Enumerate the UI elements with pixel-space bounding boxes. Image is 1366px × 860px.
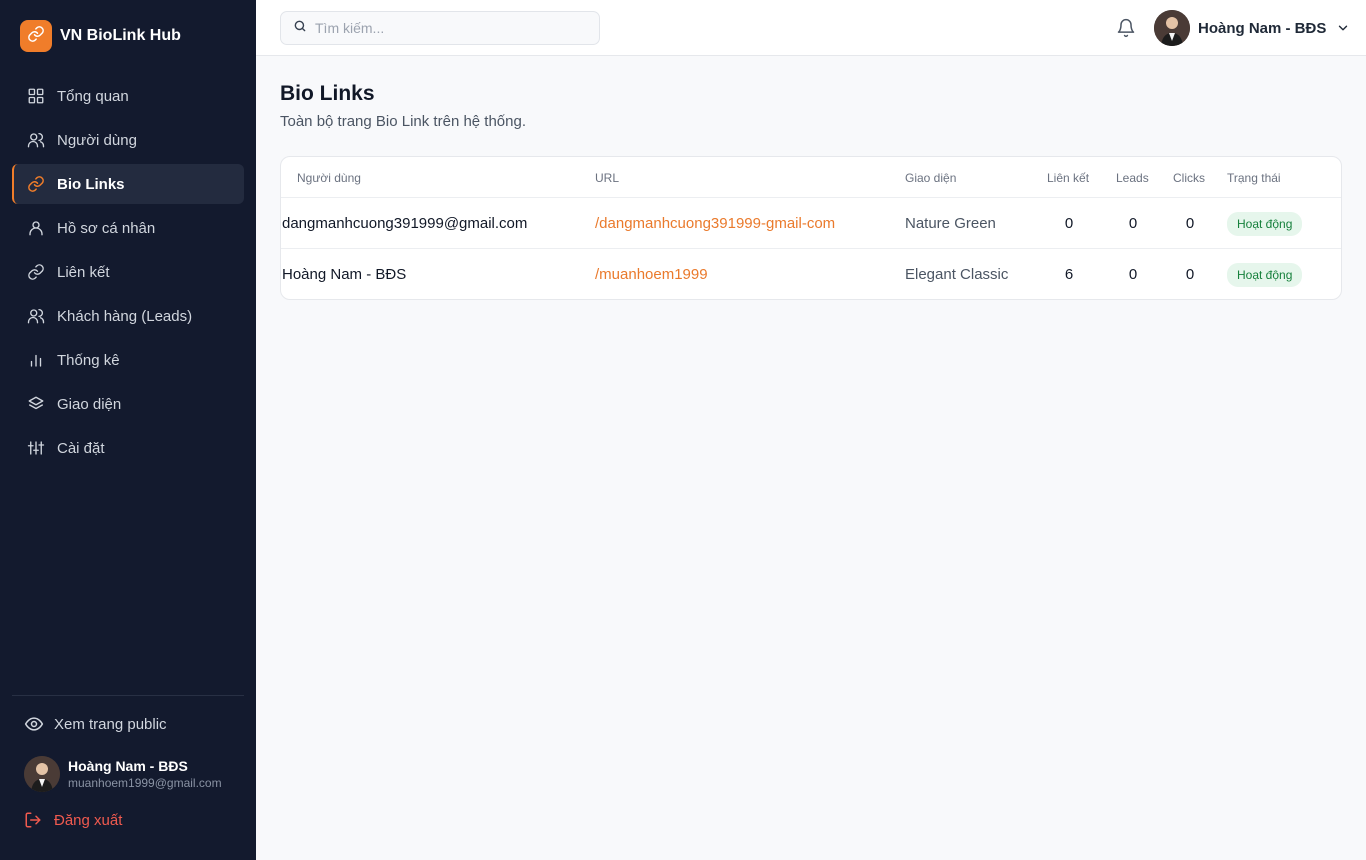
column-header-theme: Giao diện xyxy=(905,171,957,185)
link-icon xyxy=(26,262,46,282)
sidebar-item-label: Khách hàng (Leads) xyxy=(57,307,193,325)
cell-user: Hoàng Nam - BĐS xyxy=(282,266,407,283)
column-header-clicks: Clicks xyxy=(1173,171,1205,185)
table-row[interactable]: Hoàng Nam - BĐS /muanhoem1999 Elegant Cl… xyxy=(281,249,1341,299)
cell-theme: Elegant Classic xyxy=(905,266,1009,283)
logout-label: Đăng xuất xyxy=(54,811,123,829)
logout-button[interactable]: Đăng xuất xyxy=(24,811,122,829)
page-title: Bio Links xyxy=(280,82,375,105)
cell-url-link[interactable]: /muanhoem1999 xyxy=(595,249,708,299)
sidebar-user-name: Hoàng Nam - BĐS xyxy=(68,758,188,774)
notifications-button[interactable] xyxy=(1116,18,1136,43)
sidebar-item-label: Liên kết xyxy=(57,263,110,281)
sidebar-item-label: Cài đặt xyxy=(57,439,105,457)
bell-icon xyxy=(1116,18,1136,42)
sidebar-item-label: Tổng quan xyxy=(57,87,129,105)
sidebar-user-email: muanhoem1999@gmail.com xyxy=(68,776,222,790)
status-badge: Hoạt động xyxy=(1227,211,1303,236)
sliders-icon xyxy=(26,438,46,458)
sidebar-item-label: Giao diện xyxy=(57,395,122,413)
eye-icon xyxy=(24,714,44,734)
sidebar-divider xyxy=(12,695,244,696)
sidebar: VN BioLink Hub Tổng quan Người dùng Bio … xyxy=(0,0,256,860)
search-input[interactable] xyxy=(315,20,585,36)
page-subtitle: Toàn bộ trang Bio Link trên hệ thống. xyxy=(280,113,527,130)
user-icon xyxy=(26,218,46,238)
view-public-label: Xem trang public xyxy=(54,715,167,733)
cell-status: Hoạt động xyxy=(1227,249,1303,299)
users-icon xyxy=(26,130,46,150)
cell-url-link[interactable]: /dangmanhcuong391999-gmail-com xyxy=(595,198,835,249)
search-icon xyxy=(293,19,307,38)
sidebar-item-bio-links[interactable]: Bio Links xyxy=(12,164,244,204)
cell-links-count: 0 xyxy=(1064,215,1074,232)
cell-status: Hoạt động xyxy=(1227,198,1303,249)
sidebar-item-label: Thống kê xyxy=(57,351,120,369)
sidebar-item-label: Hồ sơ cá nhân xyxy=(57,219,156,237)
link-icon xyxy=(26,174,46,194)
cell-clicks-count: 0 xyxy=(1185,215,1195,232)
link-icon xyxy=(27,25,45,48)
layers-icon xyxy=(26,394,46,414)
column-header-url: URL xyxy=(595,171,620,185)
search-box xyxy=(280,11,600,45)
logout-icon xyxy=(24,811,42,829)
user-menu[interactable]: Hoàng Nam - BĐS xyxy=(1154,10,1350,46)
grid-icon xyxy=(26,86,46,106)
column-header-user: Người dùng xyxy=(297,171,361,185)
cell-clicks-count: 0 xyxy=(1185,266,1195,283)
avatar xyxy=(24,756,60,792)
cell-theme: Nature Green xyxy=(905,215,996,232)
sidebar-item-label: Người dùng xyxy=(57,131,137,149)
user-menu-name: Hoàng Nam - BĐS xyxy=(1198,19,1327,37)
column-header-links: Liên kết xyxy=(1047,171,1090,185)
cell-leads-count: 0 xyxy=(1128,266,1138,283)
sidebar-item-settings[interactable]: Cài đặt xyxy=(12,428,244,468)
sidebar-item-overview[interactable]: Tổng quan xyxy=(12,76,244,116)
sidebar-item-themes[interactable]: Giao diện xyxy=(12,384,244,424)
brand[interactable]: VN BioLink Hub xyxy=(20,20,181,52)
cell-user: dangmanhcuong391999@gmail.com xyxy=(282,215,528,232)
sidebar-nav: Tổng quan Người dùng Bio Links Hồ sơ cá … xyxy=(12,76,244,472)
cell-leads-count: 0 xyxy=(1128,215,1138,232)
brand-logo xyxy=(20,20,52,52)
column-header-leads: Leads xyxy=(1116,171,1149,185)
column-header-status: Trạng thái xyxy=(1227,171,1281,185)
sidebar-item-stats[interactable]: Thống kê xyxy=(12,340,244,380)
table-row[interactable]: dangmanhcuong391999@gmail.com /dangmanhc… xyxy=(281,198,1341,249)
bar-chart-icon xyxy=(26,350,46,370)
sidebar-item-links[interactable]: Liên kết xyxy=(12,252,244,292)
sidebar-item-users[interactable]: Người dùng xyxy=(12,120,244,160)
topbar: Hoàng Nam - BĐS xyxy=(256,0,1366,56)
sidebar-item-leads[interactable]: Khách hàng (Leads) xyxy=(12,296,244,336)
cell-links-count: 6 xyxy=(1064,266,1074,283)
sidebar-user: Hoàng Nam - BĐS muanhoem1999@gmail.com xyxy=(24,756,222,792)
chevron-down-icon xyxy=(1336,21,1350,35)
users-icon xyxy=(26,306,46,326)
avatar xyxy=(1154,10,1190,46)
sidebar-item-profile[interactable]: Hồ sơ cá nhân xyxy=(12,208,244,248)
bio-links-table: Người dùng URL Giao diện Liên kết Leads … xyxy=(280,156,1342,300)
view-public-link[interactable]: Xem trang public xyxy=(24,714,167,734)
status-badge: Hoạt động xyxy=(1227,262,1303,287)
sidebar-item-label: Bio Links xyxy=(57,175,125,193)
brand-name: VN BioLink Hub xyxy=(60,27,181,44)
